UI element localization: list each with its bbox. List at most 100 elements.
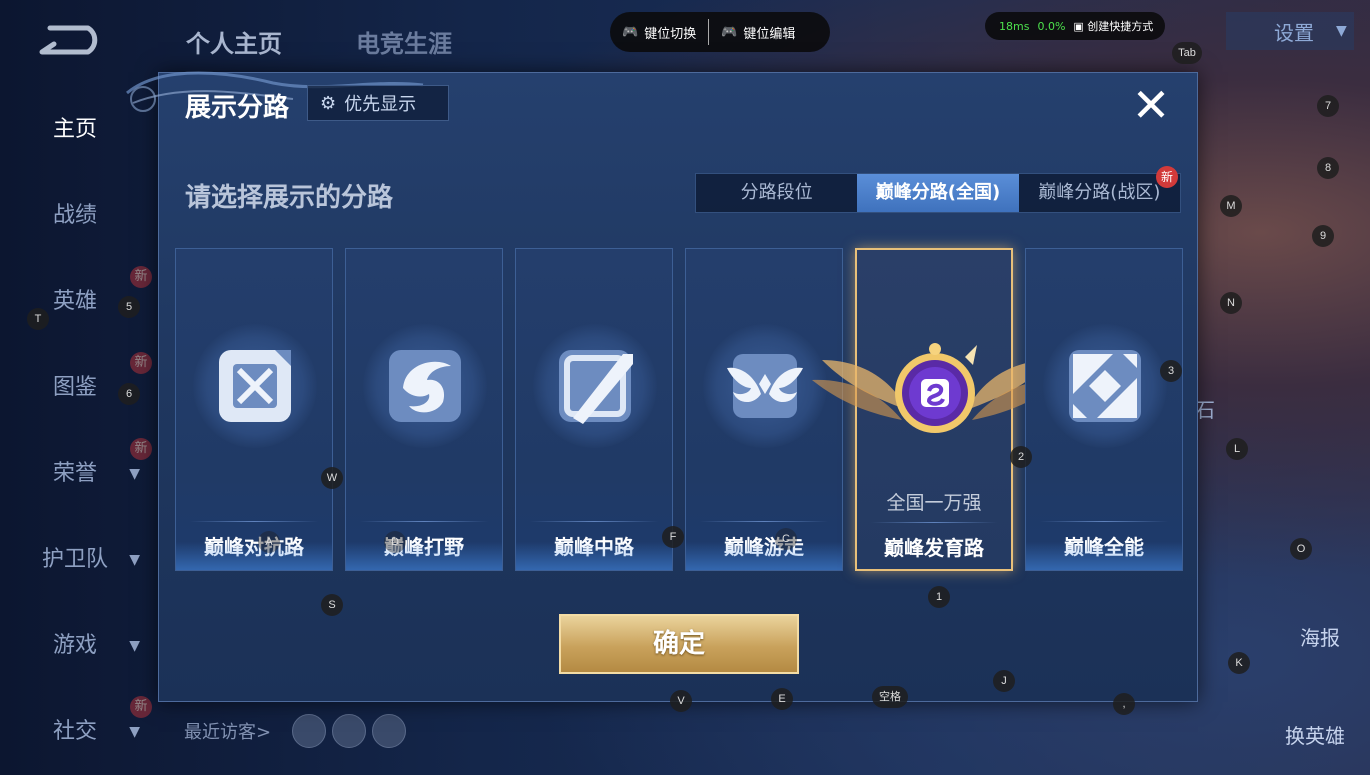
sword-cross-icon — [219, 350, 291, 422]
nav-label: 英雄 — [52, 289, 97, 314]
key-hint: E — [771, 688, 793, 710]
key-hint: 5 — [118, 296, 140, 318]
key-hint: C — [775, 528, 797, 550]
lane-tabs: 分路段位 巅峰分路(全国) 巅峰分路(战区) 新 — [695, 166, 1181, 213]
chevron-down-icon: ▼ — [129, 552, 140, 568]
card-glow — [346, 542, 502, 570]
status-bar: 18ms 0.0% ▣ 创建快捷方式 — [985, 12, 1165, 40]
chevron-down-icon: ▼ — [1336, 23, 1347, 39]
nav-label: 护卫队 — [41, 547, 108, 572]
key-hint: 9 — [1312, 225, 1334, 247]
new-badge: 新 — [130, 696, 152, 718]
card-label: 巅峰发育路 — [884, 536, 984, 560]
card-glow — [516, 542, 672, 570]
divider — [700, 521, 828, 522]
key-hint: W — [321, 467, 343, 489]
key-hint: K — [1228, 652, 1250, 674]
divider — [360, 521, 488, 522]
lane-card-top[interactable]: 巅峰对抗路 — [175, 248, 333, 571]
tab-lane-rank[interactable]: 分路段位 — [696, 174, 857, 212]
tab-career[interactable]: 电竞生涯 — [356, 24, 452, 59]
loss-value: 0.0% — [1037, 19, 1066, 33]
key-hint: L — [1226, 438, 1248, 460]
gamepad-icon: 🎮 — [622, 24, 639, 40]
section-subtitle: 请选择展示的分路 — [185, 183, 394, 213]
nav-item-records[interactable]: 战绩 — [0, 196, 150, 236]
lane-card-bottom[interactable]: 全国一万强 巅峰发育路 — [812, 248, 1062, 571]
poster-button[interactable]: 海报 — [1300, 622, 1340, 651]
key-hint: O — [1290, 538, 1312, 560]
close-icon[interactable]: ✕ — [1127, 81, 1175, 129]
key-hint: , — [1113, 693, 1135, 715]
tab-peak-region[interactable]: 巅峰分路(战区) 新 — [1019, 166, 1180, 212]
priority-display-button[interactable]: ⚙ 优先显示 — [307, 85, 449, 121]
key-switch-label: 键位切换 — [644, 26, 697, 42]
nav-item-honor[interactable]: 荣誉 ▼ — [0, 454, 150, 494]
new-badge: 新 — [130, 438, 152, 460]
key-hint: 7 — [1317, 95, 1339, 117]
chevron-down-icon: ▼ — [129, 466, 140, 482]
recent-visitors-link[interactable]: 最近访客> — [184, 718, 271, 744]
nav-label: 图鉴 — [52, 375, 97, 400]
key-switch-button[interactable]: 🎮 键位切换 — [610, 12, 708, 52]
key-hint: 3 — [1160, 360, 1182, 382]
marksman-emblem-icon — [895, 343, 977, 433]
key-toolbar: 🎮 键位切换 🎮 键位编辑 — [610, 12, 830, 52]
nav-item-social[interactable]: 社交 ▼ — [0, 712, 150, 752]
priority-label: 优先显示 — [344, 94, 417, 115]
key-hint: 空格 — [872, 686, 908, 708]
divider — [871, 522, 997, 523]
nav-item-game[interactable]: 游戏 ▼ — [0, 626, 150, 666]
key-hint: V — [670, 690, 692, 712]
lane-display-dialog: 展示分路 ⚙ 优先显示 ✕ 请选择展示的分路 分路段位 巅峰分路(全国) 巅峰分… — [126, 71, 1198, 702]
tab-label: 巅峰分路(战区) — [1038, 182, 1161, 203]
right-panel: 铭记之石 海报 换英雄 — [1135, 0, 1370, 775]
key-hint: T — [27, 308, 49, 330]
switch-hero-button[interactable]: 换英雄 — [1285, 720, 1345, 749]
settings-button[interactable]: 设置 ▼ — [1226, 12, 1354, 50]
key-hint: J — [993, 670, 1015, 692]
create-shortcut-link[interactable]: ▣ 创建快捷方式 — [1073, 18, 1153, 34]
back-arrow-icon[interactable] — [32, 22, 102, 58]
card-glow — [176, 542, 332, 570]
new-badge: 新 — [130, 352, 152, 374]
key-hint: D — [384, 531, 406, 553]
divider — [1040, 521, 1168, 522]
chevron-down-icon: ▼ — [129, 724, 140, 740]
lane-card-mid[interactable]: 巅峰中路 — [515, 248, 673, 571]
settings-label: 设置 — [1274, 20, 1314, 45]
key-edit-label: 键位编辑 — [743, 26, 796, 42]
nav-label: 战绩 — [52, 203, 97, 228]
ping-value: 18ms — [999, 19, 1030, 33]
key-hint: 8 — [1317, 157, 1339, 179]
avatar[interactable] — [372, 714, 406, 748]
avatar[interactable] — [292, 714, 326, 748]
chevron-down-icon: ▼ — [129, 638, 140, 654]
lane-card-jungle[interactable]: 巅峰打野 — [345, 248, 503, 571]
gear-icon: ⚙ — [320, 92, 337, 114]
wings-icon — [727, 354, 803, 418]
lane-card-allround[interactable]: 巅峰全能 — [1025, 248, 1183, 571]
nav-item-guard[interactable]: 护卫队 ▼ — [0, 540, 150, 580]
rank-text: 全国一万强 — [886, 492, 982, 514]
card-glow — [686, 542, 842, 570]
gamepad-icon: 🎮 — [721, 24, 738, 40]
tab-profile[interactable]: 个人主页 — [186, 24, 282, 59]
key-hint: 2 — [1010, 446, 1032, 468]
dragon-icon — [389, 350, 461, 422]
shortcut-label: 创建快捷方式 — [1087, 20, 1154, 33]
nav-label: 主页 — [52, 117, 97, 142]
divider — [190, 521, 318, 522]
slash-icon — [559, 350, 633, 424]
card-glow — [1026, 542, 1182, 570]
tab-peak-national[interactable]: 巅峰分路(全国) — [857, 174, 1019, 212]
confirm-button[interactable]: 确定 — [559, 614, 799, 674]
divider — [530, 521, 658, 522]
key-edit-button[interactable]: 🎮 键位编辑 — [709, 12, 807, 52]
nav-label: 社交 — [52, 719, 97, 744]
dialog-title: 展示分路 — [185, 93, 290, 123]
key-hint: N — [1220, 292, 1242, 314]
new-badge: 新 — [1155, 166, 1178, 188]
key-hint: A — [258, 531, 280, 553]
avatar[interactable] — [332, 714, 366, 748]
